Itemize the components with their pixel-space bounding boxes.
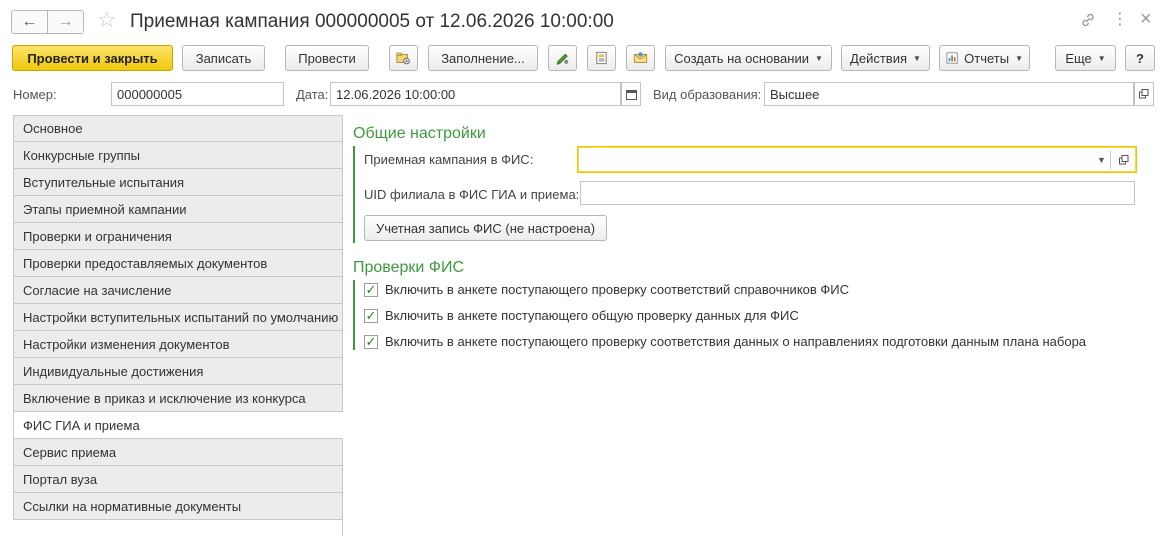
sidebar-item-label: Включение в приказ и исключение из конку… <box>23 390 306 406</box>
sidebar-item-document-change-settings[interactable]: Настройки изменения документов <box>13 331 343 358</box>
general-settings-title: Общие настройки <box>353 125 486 142</box>
check-directories-label: Включить в анкете поступающего проверку … <box>385 282 850 297</box>
sidebar-item-label: Проверки предоставляемых документов <box>23 255 268 271</box>
check-plan-match-label: Включить в анкете поступающего проверку … <box>385 334 1087 349</box>
mail-button[interactable] <box>626 45 655 71</box>
checkbox-checked-icon[interactable]: ✓ <box>364 282 378 297</box>
print-button[interactable] <box>587 45 616 71</box>
education-type-field[interactable]: Высшее <box>764 82 1134 106</box>
sidebar-item-admission-service[interactable]: Сервис приема <box>13 439 343 466</box>
checkbox-checked-icon[interactable]: ✓ <box>364 334 378 349</box>
chevron-down-icon: ▼ <box>913 53 921 63</box>
check-general-data-row[interactable]: ✓ Включить в анкете поступающего общую п… <box>364 308 799 323</box>
fis-campaign-input[interactable] <box>577 146 1137 173</box>
document-icon <box>596 51 607 65</box>
checkbox-checked-icon[interactable]: ✓ <box>364 308 378 323</box>
edit-button[interactable] <box>548 45 577 71</box>
uid-label: UID филиала в ФИС ГИА и приема: <box>364 187 580 202</box>
back-button[interactable]: ← <box>11 10 48 34</box>
report-chart-icon <box>946 52 958 64</box>
fis-checks-bar <box>353 280 355 350</box>
sidebar-item-label: Проверки и ограничения <box>23 228 172 244</box>
check-general-data-label: Включить в анкете поступающего общую про… <box>385 308 799 323</box>
envelope-icon <box>633 52 648 63</box>
folder-gear-icon <box>396 52 410 65</box>
chevron-down-icon: ▼ <box>814 53 823 63</box>
sidebar-item-regulatory-links[interactable]: Ссылки на нормативные документы <box>13 493 343 520</box>
arrow-right-icon: → <box>57 13 74 30</box>
number-label: Номер: <box>13 87 57 102</box>
open-education-type-button[interactable] <box>1134 82 1154 106</box>
sidebar-item-document-checks[interactable]: Проверки предоставляемых документов <box>13 250 343 277</box>
actions-label: Действия <box>850 50 908 66</box>
actions-dropdown[interactable]: Действия ▼ <box>841 45 930 71</box>
page-title: Приемная кампания 000000005 от 12.06.202… <box>130 11 614 32</box>
more-vertical-icon[interactable]: ⋮ <box>1112 12 1128 28</box>
sidebar-item-label: Настройки изменения документов <box>23 336 230 352</box>
favorite-star-icon[interactable]: ☆ <box>97 9 117 31</box>
create-based-on-dropdown[interactable]: Создать на основании ▼ <box>665 45 832 71</box>
field-divider <box>1110 150 1111 169</box>
open-window-icon <box>1139 89 1149 99</box>
chevron-down-icon: ▼ <box>1097 53 1106 63</box>
more-dropdown[interactable]: Еще ▼ <box>1055 45 1116 71</box>
uid-input[interactable] <box>580 181 1135 205</box>
help-button[interactable]: ? <box>1125 45 1155 71</box>
link-icon[interactable] <box>1080 12 1096 32</box>
save-button[interactable]: Записать <box>182 45 265 71</box>
document-settings-button[interactable] <box>389 45 418 71</box>
sidebar-item-label: Настройки вступительных испытаний по умо… <box>23 309 339 325</box>
forward-button[interactable]: → <box>47 10 84 34</box>
close-icon[interactable]: × <box>1140 9 1152 29</box>
sidebar-item-label: Этапы приемной кампании <box>23 201 187 217</box>
sidebar-item-label: Согласие на зачисление <box>23 282 172 298</box>
sidebar-item-label: ФИС ГИА и приема <box>23 417 140 433</box>
sidebar-item-campaign-stages[interactable]: Этапы приемной кампании <box>13 196 343 223</box>
fis-account-button[interactable]: Учетная запись ФИС (не настроена) <box>364 215 607 241</box>
education-type-label: Вид образования: <box>653 87 762 102</box>
fis-campaign-label: Приемная кампания в ФИС: <box>364 152 534 167</box>
date-field[interactable]: 12.06.2026 10:00:00 <box>330 82 621 106</box>
sidebar-item-fis-gia[interactable]: ФИС ГИА и приема <box>13 412 343 439</box>
sidebar-item-competitive-groups[interactable]: Конкурсные группы <box>13 142 343 169</box>
fill-button[interactable]: Заполнение... <box>428 45 538 71</box>
sidebar-item-label: Конкурсные группы <box>23 147 141 163</box>
sidebar-item-order-inclusion[interactable]: Включение в приказ и исключение из конку… <box>13 385 343 412</box>
sidebar-divider <box>342 440 343 536</box>
reports-dropdown[interactable]: Отчеты ▼ <box>939 45 1030 71</box>
pencil-icon <box>556 53 569 65</box>
check-plan-match-row[interactable]: ✓ Включить в анкете поступающего проверк… <box>364 334 1086 349</box>
sidebar-item-default-exam-settings[interactable]: Настройки вступительных испытаний по умо… <box>13 304 343 331</box>
fis-checks-title: Проверки ФИС <box>353 259 465 276</box>
general-settings-bar <box>353 146 355 243</box>
post-button[interactable]: Провести <box>285 45 369 71</box>
calendar-icon <box>625 89 637 100</box>
sidebar-item-entrance-exams[interactable]: Вступительные испытания <box>13 169 343 196</box>
sidebar-item-checks-restrictions[interactable]: Проверки и ограничения <box>13 223 343 250</box>
calendar-button[interactable] <box>621 82 641 106</box>
create-based-on-label: Создать на основании <box>674 50 809 66</box>
open-window-icon[interactable] <box>1119 153 1129 168</box>
sidebar-item-enrollment-consent[interactable]: Согласие на зачисление <box>13 277 343 304</box>
more-label: Еще <box>1065 50 1092 66</box>
arrow-left-icon: ← <box>21 13 38 30</box>
sidebar-item-main[interactable]: Основное <box>13 115 343 142</box>
sidebar-item-label: Вступительные испытания <box>23 174 185 190</box>
sidebar-item-label: Индивидуальные достижения <box>23 363 204 379</box>
sidebar-item-label: Основное <box>23 121 83 136</box>
reports-label: Отчеты <box>964 50 1010 66</box>
post-and-close-button[interactable]: Провести и закрыть <box>12 45 173 71</box>
number-field[interactable]: 000000005 <box>111 82 284 106</box>
sidebar: Основное Конкурсные группы Вступительные… <box>13 115 343 520</box>
sidebar-item-label: Ссылки на нормативные документы <box>23 498 242 514</box>
check-directories-row[interactable]: ✓ Включить в анкете поступающего проверк… <box>364 282 849 297</box>
chevron-down-icon: ▼ <box>1015 53 1023 63</box>
sidebar-item-individual-achievements[interactable]: Индивидуальные достижения <box>13 358 343 385</box>
chevron-down-icon[interactable]: ▼ <box>1097 155 1106 165</box>
sidebar-item-label: Портал вуза <box>23 471 98 487</box>
sidebar-item-university-portal[interactable]: Портал вуза <box>13 466 343 493</box>
sidebar-item-label: Сервис приема <box>23 444 117 460</box>
date-label: Дата: <box>296 87 329 102</box>
